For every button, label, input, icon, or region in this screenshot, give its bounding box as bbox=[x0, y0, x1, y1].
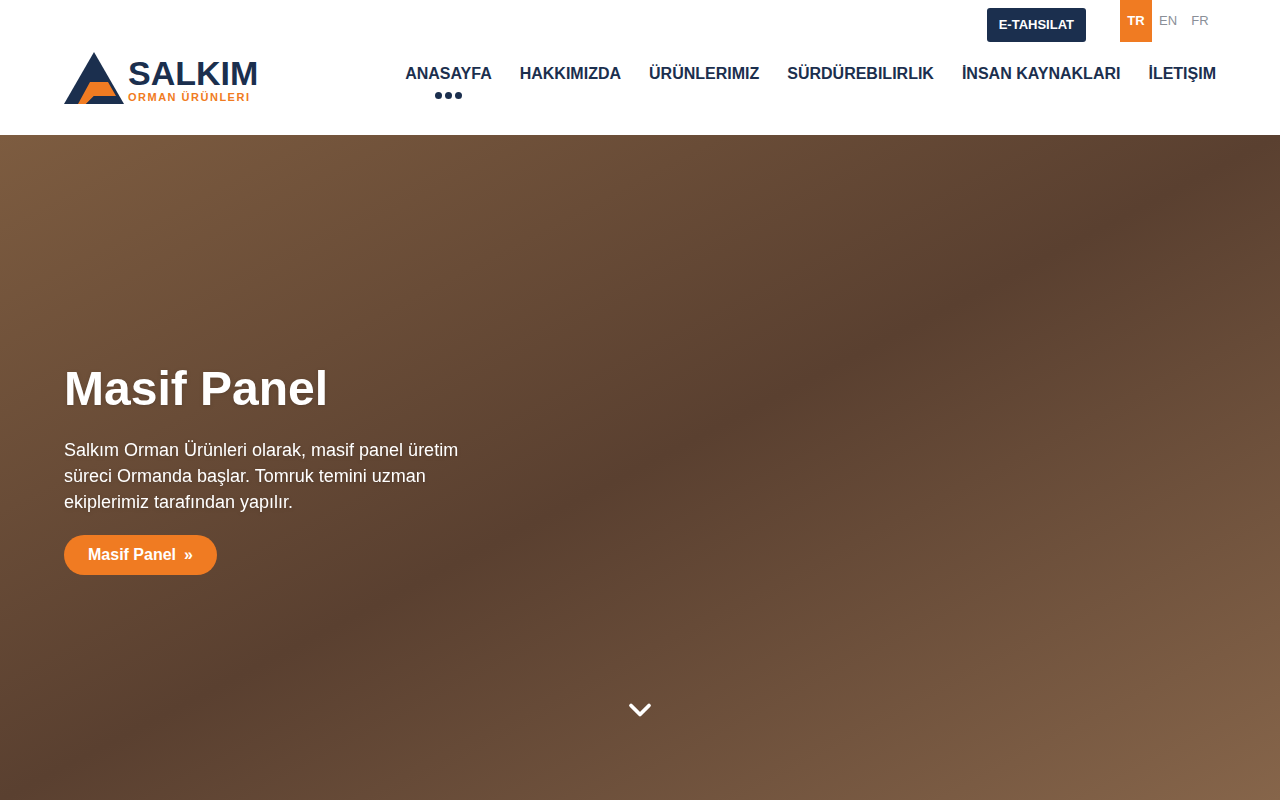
top-bar: E-TAHSILAT TRENFR bbox=[987, 0, 1216, 42]
nav-item[interactable]: İLETIŞIM bbox=[1148, 62, 1216, 99]
page: SALKIMORMAN ÜRÜNLERI E-TAHSILAT TRENFR ANAS… bbox=[0, 0, 1280, 800]
nav-item[interactable]: İNSAN KAYNAKLARI bbox=[962, 62, 1121, 99]
hero: Masif Panel Salkım Orman Ürünleri olarak,… bbox=[0, 135, 1280, 800]
logo-tagline: ORMAN ÜRÜNLERI bbox=[128, 90, 258, 104]
hero-title: Masif Panel bbox=[64, 361, 328, 417]
logo-name: SALKIM bbox=[128, 56, 258, 90]
double-arrow-icon: » bbox=[184, 543, 193, 567]
nav-item[interactable]: ANASAYFA bbox=[405, 62, 492, 99]
logo[interactable]: SALKIMORMAN ÜRÜNLERI bbox=[64, 52, 258, 104]
language-option[interactable]: FR bbox=[1184, 0, 1216, 42]
language-option[interactable]: TR bbox=[1120, 0, 1152, 42]
hero-button[interactable]: Masif Panel» bbox=[64, 535, 217, 575]
hero-text: Salkım Orman Ürünleri olarak, masif pane… bbox=[64, 437, 474, 515]
language-option[interactable]: EN bbox=[1152, 0, 1184, 42]
scroll-down-icon[interactable] bbox=[622, 692, 658, 728]
logo-icon bbox=[64, 52, 124, 104]
nav-item[interactable]: ÜRÜNLERIMIZ bbox=[649, 62, 759, 99]
active-indicator bbox=[435, 92, 462, 99]
nav-item[interactable]: HAKKIMIZDA bbox=[520, 62, 621, 99]
payment-button[interactable]: E-TAHSILAT bbox=[987, 8, 1086, 42]
hero-content: Masif Panel Salkım Orman Ürünleri olarak,… bbox=[64, 361, 1216, 575]
nav-item[interactable]: SÜRDÜREBILIRLIK bbox=[787, 62, 934, 99]
main-nav: ANASAYFA HAKKIMIZDA ÜRÜNLERIMIZ SÜRDÜREBILI… bbox=[405, 62, 1216, 99]
language-switcher: TRENFR bbox=[1120, 0, 1216, 42]
header: SALKIMORMAN ÜRÜNLERI E-TAHSILAT TRENFR ANAS… bbox=[0, 0, 1280, 135]
